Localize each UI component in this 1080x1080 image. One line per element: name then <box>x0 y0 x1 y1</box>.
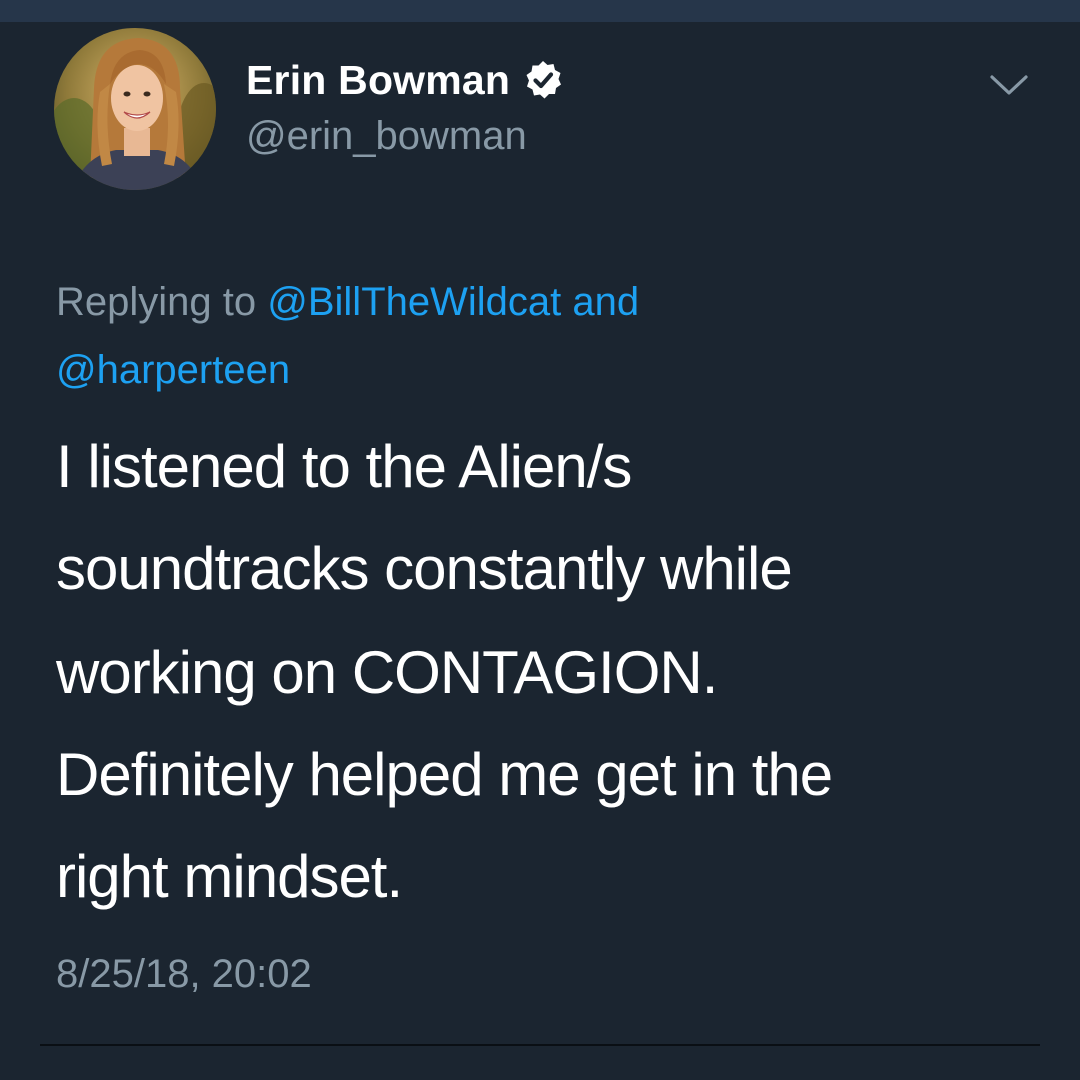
mention-link[interactable]: @BillTheWildcat <box>267 280 561 324</box>
author-name-row[interactable]: Erin Bowman <box>246 52 564 108</box>
reply-context: Replying to @BillTheWildcat and <box>56 278 639 326</box>
reply-prefix: Replying to <box>56 280 257 324</box>
reply-conjunction[interactable]: and <box>572 280 639 324</box>
tweet-text-line: right mindset. <box>56 843 403 910</box>
reply-context-line-2: @harperteen <box>56 346 290 394</box>
tweet-text-line: Definitely helped me get in the <box>56 741 833 808</box>
tweet-text-line: working on CONTAGION. <box>56 639 718 706</box>
avatar[interactable] <box>54 28 216 190</box>
tweet-text-line: I listened to the Alien/s <box>56 433 632 500</box>
tweet-text-line: soundtracks constantly while <box>56 535 793 602</box>
chevron-down-icon[interactable] <box>988 70 1030 100</box>
display-name[interactable]: Erin Bowman <box>246 57 510 104</box>
mention-link[interactable]: @harperteen <box>56 348 290 392</box>
profile-photo <box>54 28 216 190</box>
verified-badge-icon <box>522 59 564 101</box>
top-strip <box>0 0 1080 22</box>
author-handle[interactable]: @erin_bowman <box>246 114 527 159</box>
divider <box>40 1044 1040 1046</box>
tweet-timestamp[interactable]: 8/25/18, 20:02 <box>56 950 312 998</box>
